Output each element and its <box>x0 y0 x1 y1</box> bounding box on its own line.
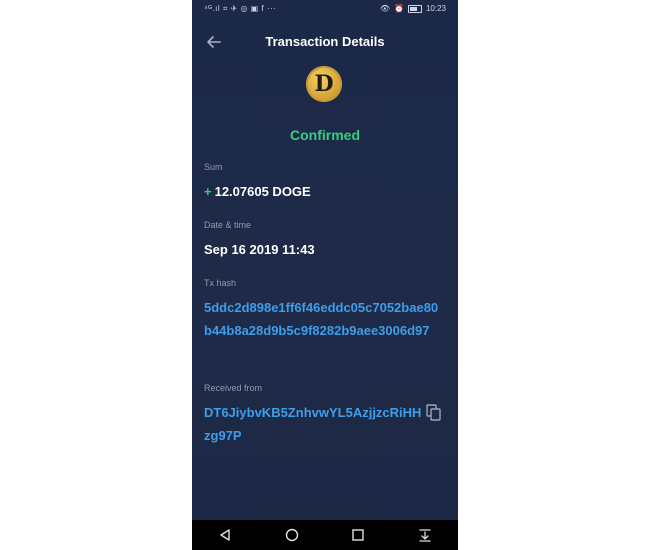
sum-label: Sum <box>204 162 223 172</box>
system-navigation-bar <box>192 520 458 550</box>
status-icons: ⁴ᴳ.ıl ⌗ ✈ ◎ ▣ f ··· <box>204 4 277 13</box>
date-label: Date & time <box>204 220 252 230</box>
sum-sign: + <box>204 184 212 199</box>
alarm-icon: ⏰ <box>394 4 404 13</box>
status-time: 10:23 <box>425 4 446 13</box>
phone-screen: ⁴ᴳ.ıl ⌗ ✈ ◎ ▣ f ··· 👁 ⏰ 10:23 Transactio… <box>192 0 458 550</box>
copy-address-button[interactable] <box>426 404 442 422</box>
pull-down-icon <box>419 529 431 542</box>
hash-label: Tx hash <box>204 278 237 288</box>
square-recents-icon <box>352 529 364 541</box>
triangle-back-icon <box>220 529 230 541</box>
status-bar: ⁴ᴳ.ıl ⌗ ✈ ◎ ▣ f ··· 👁 ⏰ 10:23 <box>192 0 458 20</box>
coin-letter: D <box>314 71 334 97</box>
sum-value: 12.07605 DOGE <box>214 184 311 199</box>
copy-icon <box>426 404 441 421</box>
battery-icon <box>407 4 422 13</box>
circle-home-icon <box>285 528 298 542</box>
from-label: Received from <box>204 383 263 393</box>
date-value: Sep 16 2019 11:43 <box>204 242 315 257</box>
doge-coin-icon: D <box>306 66 342 102</box>
nav-home-button[interactable] <box>280 523 304 547</box>
sender-address-link[interactable]: DT6JiybvKB5ZnhvwYL5AzjjzcRiHHzg97P <box>204 401 422 447</box>
eye-icon: 👁 <box>379 4 390 13</box>
page-title: Transaction Details <box>265 34 385 49</box>
nav-recents-button[interactable] <box>346 523 370 547</box>
nav-back-button[interactable] <box>213 523 237 547</box>
sum-value-row: +12.07605 DOGE <box>204 184 311 199</box>
nav-notification-button[interactable] <box>413 523 437 547</box>
header: Transaction Details <box>192 26 458 58</box>
transaction-status: Confirmed <box>290 127 360 143</box>
tx-hash-link[interactable]: 5ddc2d898e1ff6f46eddc05c7052bae80b44b8a2… <box>204 296 446 342</box>
status-right: 👁 ⏰ 10:23 <box>380 4 446 13</box>
